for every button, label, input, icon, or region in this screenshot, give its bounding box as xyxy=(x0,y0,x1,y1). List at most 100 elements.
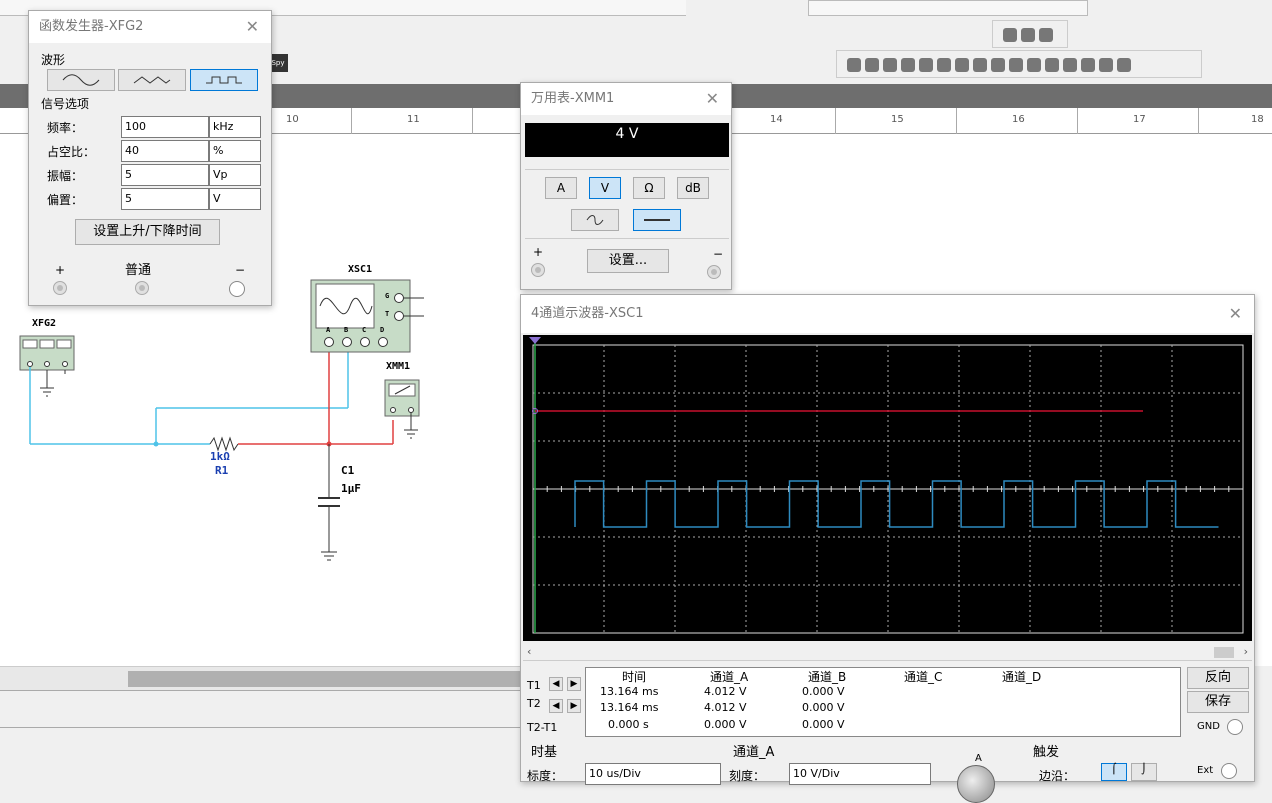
amplitude-unit[interactable]: Vp xyxy=(209,164,261,186)
offset-input[interactable]: 5 xyxy=(121,188,209,210)
multimeter-display: 4 V xyxy=(525,123,729,157)
function-generator-window: 函数发生器-XFG2 ✕ 波形 信号选项 频率： 100 kHz 占空比： 40… xyxy=(28,10,272,306)
xmm1-label: XMM1 xyxy=(386,361,411,372)
voltmeter-button[interactable]: V xyxy=(589,177,621,199)
falling-edge-button[interactable]: ⌡ xyxy=(1131,763,1157,781)
close-icon[interactable]: ✕ xyxy=(246,11,259,43)
oscilloscope-screen[interactable] xyxy=(523,335,1252,641)
ext-trigger-radio[interactable] xyxy=(1221,763,1237,779)
triangle-wave-button[interactable] xyxy=(118,69,186,91)
timebase-label: 时基 xyxy=(531,745,558,760)
t2-t1-channel-a: 0.000 V xyxy=(704,718,747,731)
r1-value: 1kΩ xyxy=(210,450,230,463)
t2-channel-b: 0.000 V xyxy=(802,701,845,714)
toolbar-top-strip-right xyxy=(808,0,1088,16)
table-header-channel-d: 通道_D xyxy=(1002,670,1042,684)
canvas-horizontal-scrollbar[interactable] xyxy=(0,666,520,690)
minus-terminal-label: − xyxy=(235,263,246,277)
table-header-channel-c: 通道_C xyxy=(904,670,943,684)
t1-left-arrow-icon[interactable]: ◀ xyxy=(549,677,563,691)
cursor-readout-table: 时间 通道_A 通道_B 通道_C 通道_D 13.164 ms 4.012 V… xyxy=(585,667,1181,737)
r1-name: R1 xyxy=(215,464,229,477)
sine-wave-button[interactable] xyxy=(47,69,115,91)
window-title: 函数发生器-XFG2 xyxy=(39,19,144,34)
multimeter-titlebar[interactable]: 万用表-XMM1 ✕ xyxy=(521,83,731,115)
multimeter-settings-button[interactable]: 设置... xyxy=(587,249,669,273)
t2-time: 13.164 ms xyxy=(600,701,659,714)
square-wave-button[interactable] xyxy=(190,69,258,91)
minus-terminal-radio[interactable] xyxy=(707,265,721,279)
t1-right-arrow-icon[interactable]: ▶ xyxy=(567,677,581,691)
signal-options-label: 信号选项 xyxy=(41,97,90,111)
ammeter-button[interactable]: A xyxy=(545,177,577,199)
common-terminal-radio[interactable] xyxy=(135,281,149,295)
window-title: 4通道示波器-XSC1 xyxy=(531,306,644,321)
close-icon[interactable]: ✕ xyxy=(706,83,719,115)
t2-right-arrow-icon[interactable]: ▶ xyxy=(567,699,581,713)
t2-t1-time: 0.000 s xyxy=(608,718,649,731)
scope-ch-c-label: C xyxy=(362,326,367,334)
close-icon[interactable]: ✕ xyxy=(1229,295,1242,333)
dc-mode-button[interactable] xyxy=(633,209,681,231)
scrollbar-thumb[interactable] xyxy=(128,671,520,687)
offset-label: 偏置： xyxy=(47,193,84,207)
table-header-channel-a: 通道_A xyxy=(710,670,749,684)
minus-terminal-label: − xyxy=(713,247,724,261)
toolbar-instrument-group[interactable] xyxy=(836,50,1202,78)
bottom-panel xyxy=(0,690,520,782)
timebase-scale-label: 标度： xyxy=(527,769,564,783)
c1-value: 1µF xyxy=(341,482,361,495)
scroll-left-icon[interactable]: ‹ xyxy=(527,645,531,658)
t1-label: T1 xyxy=(527,679,541,692)
ruler-tick: 17 xyxy=(1077,108,1198,134)
scope-t-label: T xyxy=(385,310,390,318)
channel-knob-label: A xyxy=(975,753,982,764)
t2-label: T2 xyxy=(527,697,541,710)
offset-unit[interactable]: V xyxy=(209,188,261,210)
scroll-right-icon[interactable]: › xyxy=(1244,645,1248,658)
plus-terminal-radio[interactable] xyxy=(53,281,67,295)
frequency-unit[interactable]: kHz xyxy=(209,116,261,138)
reverse-button[interactable]: 反向 xyxy=(1187,667,1249,689)
table-header-time: 时间 xyxy=(622,670,647,684)
set-rise-fall-time-button[interactable]: 设置上升/下降时间 xyxy=(75,219,220,245)
xfg2-label: XFG2 xyxy=(32,318,57,329)
frequency-input[interactable]: 100 xyxy=(121,116,209,138)
gnd-radio[interactable] xyxy=(1227,719,1243,735)
plus-terminal-radio[interactable] xyxy=(531,263,545,277)
amplitude-input[interactable]: 5 xyxy=(121,164,209,186)
duty-cycle-input[interactable]: 40 xyxy=(121,140,209,162)
ac-mode-button[interactable] xyxy=(571,209,619,231)
gnd-label: GND xyxy=(1197,721,1220,732)
function-generator-titlebar[interactable]: 函数发生器-XFG2 ✕ xyxy=(29,11,271,43)
scrollbar-thumb[interactable] xyxy=(1214,647,1234,658)
ruler-tick: 11 xyxy=(351,108,472,134)
t1-channel-b: 0.000 V xyxy=(802,685,845,698)
duty-cycle-unit[interactable]: % xyxy=(209,140,261,162)
duty-cycle-label: 占空比： xyxy=(47,145,96,159)
scope-ch-a-label: A xyxy=(326,326,331,334)
channel-select-knob[interactable] xyxy=(957,765,995,803)
plus-terminal-label: + xyxy=(533,245,544,259)
toolbar-small-group[interactable] xyxy=(992,20,1068,48)
t2-left-arrow-icon[interactable]: ◀ xyxy=(549,699,563,713)
decibel-button[interactable]: dB xyxy=(677,177,709,199)
rising-edge-button[interactable]: ⌠ xyxy=(1101,763,1127,781)
scope-horizontal-scrollbar[interactable]: ‹ › xyxy=(523,645,1252,661)
ohmmeter-button[interactable]: Ω xyxy=(633,177,665,199)
t2-channel-a: 4.012 V xyxy=(704,701,747,714)
table-header-channel-b: 通道_B xyxy=(808,670,847,684)
ruler-tick: 16 xyxy=(956,108,1077,134)
save-button[interactable]: 保存 xyxy=(1187,691,1249,713)
scope-ch-b-label: B xyxy=(344,326,349,334)
oscilloscope-titlebar[interactable]: 4通道示波器-XSC1 ✕ xyxy=(521,295,1254,333)
multimeter-window: 万用表-XMM1 ✕ 4 V A V Ω dB + − 设置... xyxy=(520,82,732,290)
t2-t1-channel-b: 0.000 V xyxy=(802,718,845,731)
scope-trace-channel-a xyxy=(574,480,1219,528)
frequency-label: 频率： xyxy=(47,121,84,135)
scope-cursor-marker xyxy=(529,337,541,344)
ext-label: Ext xyxy=(1197,765,1214,776)
minus-terminal-radio[interactable] xyxy=(229,281,245,297)
ruler-tick: 18 xyxy=(1198,108,1272,134)
trigger-label: 触发 xyxy=(1033,745,1060,760)
